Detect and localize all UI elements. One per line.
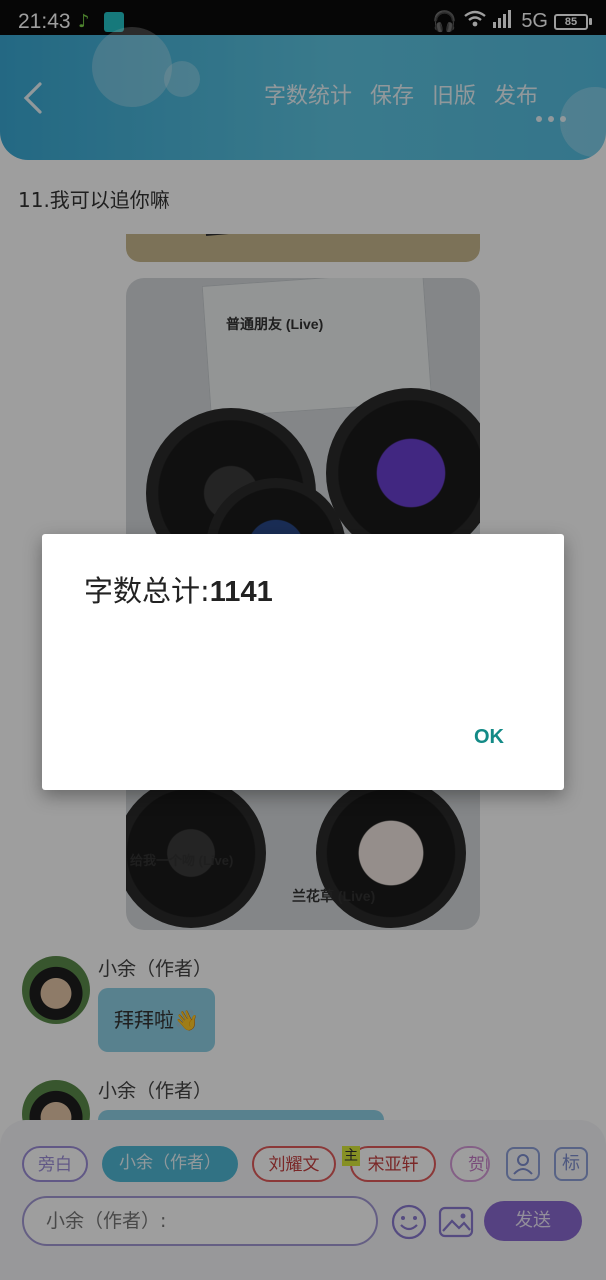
word-count-value: 1141 [209, 576, 273, 608]
word-count-dialog: 字数总计:1141 OK [42, 534, 564, 790]
dialog-label: 字数总计: [84, 574, 210, 608]
dialog-message: 字数总计:1141 [84, 568, 273, 610]
ok-button[interactable]: OK [474, 726, 504, 749]
